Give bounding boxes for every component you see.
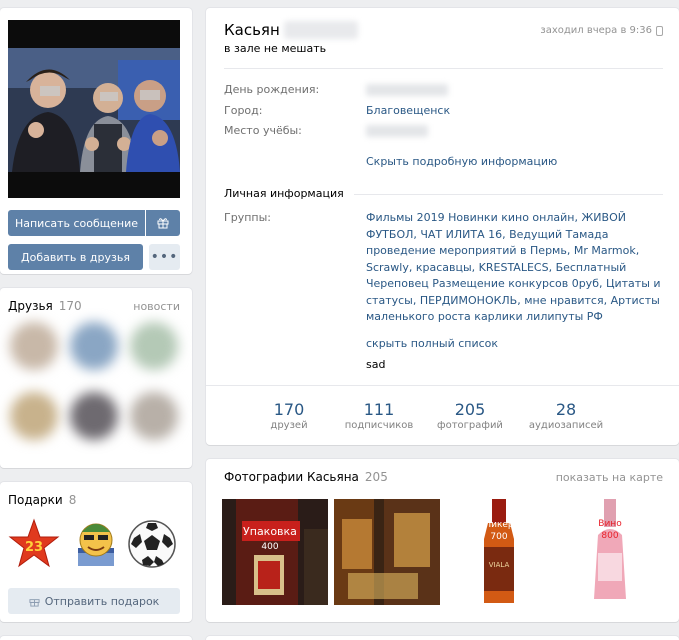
photo1-number-text: 400 [261,542,278,552]
profile-avatar[interactable] [8,20,180,198]
divider [224,68,663,69]
stat-audio[interactable]: 28 аудиозаписей [524,400,608,431]
photos-title[interactable]: Фотографии Касьяна [224,470,359,484]
friends-card: Друзья 170 новости [0,288,192,468]
send-message-button[interactable]: Написать сообщение [8,210,145,236]
groups-list[interactable]: Фильмы 2019 Новинки кино онлайн, ЖИВОЙ Ф… [366,210,662,326]
photo3-label-text: Ликер [484,520,514,530]
hide-details-link[interactable]: Скрыть подробную информацию [366,155,557,168]
photo-image: Ликер 700 VIALA [446,499,552,605]
photo3-brand-text: VIALA [489,561,510,569]
photo-thumb[interactable]: Ликер 700 VIALA [446,499,552,605]
send-gift-button[interactable]: Отправить подарок [8,588,180,614]
stat-friends-caption: друзей [270,420,308,431]
more-actions-button[interactable]: ••• [149,244,180,270]
profile-name: Касьян [224,21,358,39]
photo-image [334,499,440,605]
gift-smiley[interactable] [70,518,122,570]
next-block-right [206,636,679,640]
photos-header: Фотографии Касьяна 205 показать на карте [224,470,663,484]
stat-subscribers-number: 111 [363,400,395,419]
gift-football[interactable] [126,518,178,570]
photo-image: Вино 800 [558,499,664,605]
divider [206,385,679,386]
mobile-icon [656,25,663,36]
photos-count: 205 [364,470,388,484]
personal-info-title: Личная информация [224,187,354,200]
first-name: Касьян [224,21,280,39]
friends-news-link[interactable]: новости [133,300,180,313]
stat-photos-caption: фотографий [437,420,503,431]
gift-icon [157,218,169,229]
gifts-card: Подарки 8 23 Отправить подарок [0,482,192,622]
photo1-label-text: Упаковка [243,525,297,538]
gift-button[interactable] [146,210,180,236]
gifts-header: Подарки 8 [8,493,180,507]
photo-thumb[interactable]: Упаковка 400 [222,499,328,605]
send-gift-label: Отправить подарок [44,594,160,608]
stat-photos-number: 205 [454,400,486,419]
photo-image: Упаковка 400 [222,499,328,605]
last-seen-text: заходил вчера в 9:36 [540,25,652,36]
stat-audio-caption: аудиозаписей [528,420,604,431]
gift-star[interactable]: 23 [8,518,60,570]
photo4-number-text: 800 [601,531,618,541]
star-gift-text: 23 [25,540,43,555]
extra-info-value: sad [366,358,386,371]
friends-header: Друзья 170 новости [8,299,180,313]
friend-avatar[interactable] [130,322,178,370]
stat-subscribers[interactable]: 111 подписчиков [342,400,416,431]
stat-friends[interactable]: 170 друзей [266,400,312,431]
last-seen: заходил вчера в 9:36 [540,25,663,36]
smiley-icon [78,523,114,566]
friends-count: 170 [58,299,82,313]
avatar-photo [8,20,180,198]
add-friend-button[interactable]: Добавить в друзья [8,244,143,270]
city-link[interactable]: Благовещенск [366,104,450,117]
study-value-hidden [366,125,428,137]
next-block-left [0,636,192,640]
profile-card: Касьян в зале не мешать заходил вчера в … [206,8,679,445]
birthday-value-hidden [366,84,448,96]
friend-avatar[interactable] [130,392,178,440]
photo-thumb[interactable]: Вино 800 [558,499,664,605]
football-icon [128,520,176,568]
show-on-map-link[interactable]: показать на карте [556,471,663,484]
avatar-card: Написать сообщение Добавить в друзья ••• [0,8,192,274]
surname-hidden [283,21,358,39]
friend-avatar[interactable] [70,322,118,370]
study-label: Место учёбы: [224,124,302,137]
profile-status[interactable]: в зале не мешать [224,42,326,55]
friend-avatar[interactable] [70,392,118,440]
gifts-count: 8 [68,493,77,507]
stat-audio-number: 28 [555,400,577,419]
photos-card: Фотографии Касьяна 205 показать на карте… [206,459,679,622]
friend-avatar[interactable] [10,322,58,370]
photo4-label-text: Вино [598,519,622,529]
friends-title[interactable]: Друзья [8,299,53,313]
star-icon: 23 [8,518,60,568]
gift-icon [29,598,40,607]
photo3-number-text: 700 [490,532,507,542]
gifts-title[interactable]: Подарки [8,493,63,507]
photo-thumb[interactable] [334,499,440,605]
birthday-label: День рождения: [224,83,320,96]
hide-list-link[interactable]: скрыть полный список [366,337,498,350]
stat-subscribers-caption: подписчиков [344,420,414,431]
stat-friends-number: 170 [273,400,305,419]
city-label: Город: [224,104,263,117]
stat-photos[interactable]: 205 фотографий [434,400,506,431]
friend-avatar[interactable] [10,392,58,440]
groups-label: Группы: [224,211,271,224]
